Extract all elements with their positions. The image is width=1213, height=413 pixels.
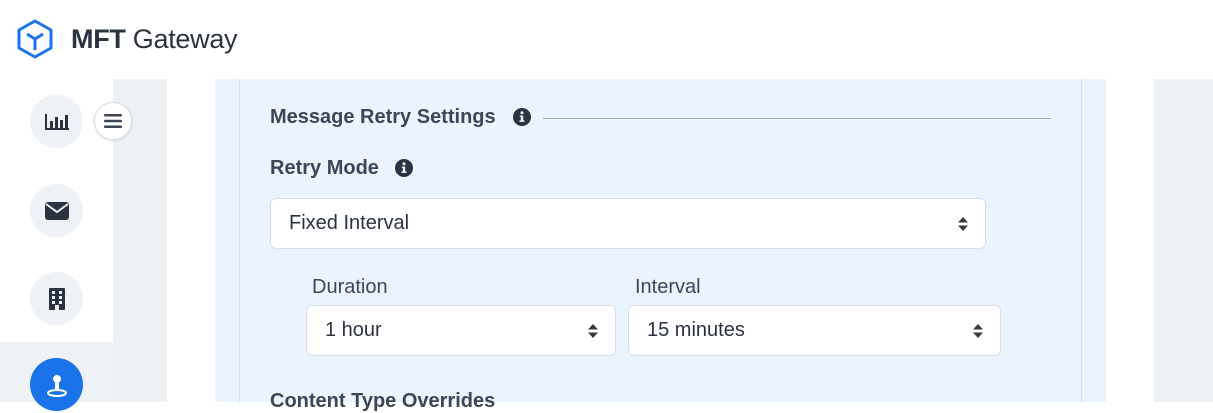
mft-logo-icon bbox=[17, 19, 53, 59]
sort-arrows-icon bbox=[958, 216, 968, 231]
bar-chart-icon bbox=[44, 113, 69, 130]
sidebar-item-messages[interactable] bbox=[30, 184, 83, 237]
retry-mode-label: Retry Mode bbox=[270, 157, 379, 179]
section-divider bbox=[543, 118, 1051, 119]
duration-label: Duration bbox=[312, 276, 388, 298]
building-icon bbox=[48, 287, 65, 310]
app-title[interactable]: MFT Gateway bbox=[71, 24, 238, 55]
duration-value: 1 hour bbox=[325, 319, 382, 341]
info-icon[interactable] bbox=[513, 108, 531, 126]
info-icon[interactable] bbox=[395, 159, 413, 177]
sort-arrows-icon bbox=[973, 323, 983, 338]
duration-select[interactable]: 1 hour bbox=[306, 305, 616, 356]
sidebar-toggle-button[interactable] bbox=[94, 102, 132, 140]
sidebar-item-dashboard[interactable] bbox=[30, 95, 83, 148]
user-station-icon bbox=[46, 374, 67, 397]
section-title-message-retry: Message Retry Settings bbox=[270, 106, 496, 128]
sidebar-item-organizations[interactable] bbox=[30, 272, 83, 325]
retry-mode-value: Fixed Interval bbox=[289, 212, 410, 234]
interval-label: Interval bbox=[635, 276, 701, 298]
interval-select[interactable]: 15 minutes bbox=[628, 305, 1001, 356]
retry-mode-select[interactable]: Fixed Interval bbox=[270, 198, 986, 249]
sidebar-item-stations[interactable] bbox=[30, 358, 83, 411]
envelope-icon bbox=[44, 201, 69, 220]
app-header: MFT Gateway bbox=[0, 0, 1213, 79]
hamburger-menu-icon bbox=[104, 114, 122, 128]
sort-arrows-icon bbox=[588, 323, 598, 338]
interval-value: 15 minutes bbox=[647, 319, 745, 341]
